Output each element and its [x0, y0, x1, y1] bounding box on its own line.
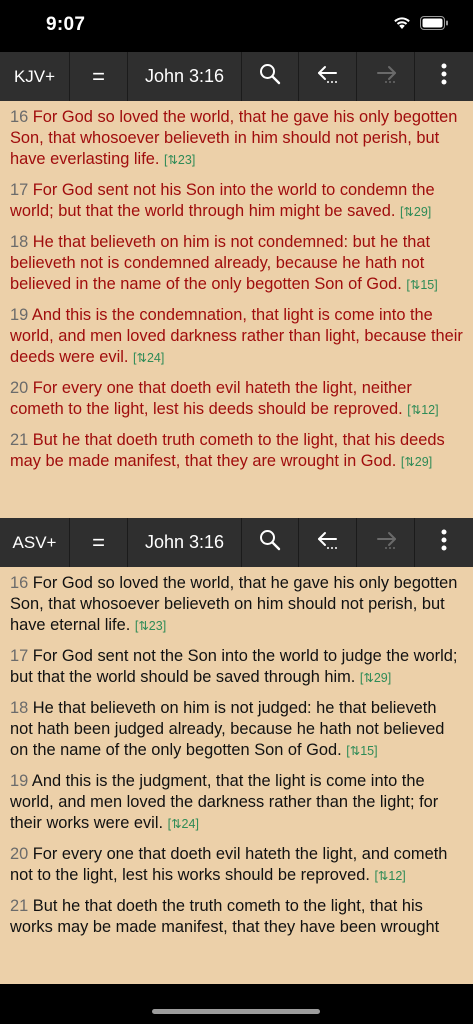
back-arrow-icon: [316, 63, 340, 90]
back-button[interactable]: [299, 518, 357, 567]
bottom-toolbar: ASV+ = John 3:16: [0, 518, 473, 567]
cross-reference-link[interactable]: [⇅15]: [406, 278, 437, 292]
verse: 18 He that believeth on him is not judge…: [0, 698, 473, 762]
back-arrow-icon: [316, 529, 340, 556]
menu-button[interactable]: [415, 52, 473, 101]
cross-reference-link[interactable]: [⇅23]: [135, 619, 166, 633]
forward-arrow-icon: [374, 63, 398, 90]
cross-reference-link[interactable]: [⇅15]: [346, 744, 377, 758]
verse-number[interactable]: 19: [10, 306, 28, 324]
top-toolbar: KJV+ = John 3:16: [0, 52, 473, 101]
cross-reference-link[interactable]: [⇅12]: [374, 869, 405, 883]
verse-number[interactable]: 20: [10, 379, 28, 397]
verse-number[interactable]: 18: [10, 699, 28, 717]
magnifier-icon: [259, 529, 281, 556]
vertical-dots-icon: [441, 529, 447, 556]
verse-text: For God sent not his Son into the world …: [10, 181, 435, 220]
cross-reference-link[interactable]: [⇅12]: [407, 403, 438, 417]
verse-text: He that believeth on him is not judged: …: [10, 699, 445, 759]
home-area: [0, 984, 473, 1024]
wifi-icon: [392, 15, 412, 30]
magnifier-icon: [259, 63, 281, 90]
forward-button[interactable]: [357, 52, 415, 101]
home-indicator[interactable]: [152, 1009, 320, 1014]
cross-reference-link[interactable]: [⇅29]: [401, 455, 432, 469]
version-button-kjv[interactable]: KJV+: [0, 52, 70, 101]
verse: 20 For every one that doeth evil hateth …: [0, 378, 473, 421]
cross-reference-link[interactable]: [⇅23]: [164, 153, 195, 167]
kjv-text-pane[interactable]: 16 For God so loved the world, that he g…: [0, 101, 473, 518]
asv-text-pane[interactable]: 16 For God so loved the world, that he g…: [0, 567, 473, 984]
verse-text: And this is the condemnation, that light…: [10, 306, 463, 366]
forward-button[interactable]: [357, 518, 415, 567]
status-bar: 9:07: [0, 0, 473, 52]
reference-button[interactable]: John 3:16: [128, 518, 242, 567]
status-time: 9:07: [46, 14, 86, 35]
verse: 21 But he that doeth the truth cometh to…: [0, 896, 473, 939]
verse-number[interactable]: 21: [10, 897, 28, 915]
cross-reference-link[interactable]: [⇅29]: [400, 205, 431, 219]
verse: 19 And this is the condemnation, that li…: [0, 305, 473, 369]
verse-number[interactable]: 18: [10, 233, 28, 251]
forward-arrow-icon: [374, 529, 398, 556]
status-icons: [392, 15, 449, 30]
back-button[interactable]: [299, 52, 357, 101]
verse-number[interactable]: 16: [10, 574, 28, 592]
search-button[interactable]: [242, 52, 299, 101]
verse-text: But he that doeth truth cometh to the li…: [10, 431, 445, 470]
verse: 20 For every one that doeth evil hateth …: [0, 844, 473, 887]
verse-text: And this is the judgment, that the light…: [10, 772, 439, 832]
verse-number[interactable]: 16: [10, 108, 28, 126]
verse-text: For God so loved the world, that he gave…: [10, 108, 458, 168]
version-button-asv[interactable]: ASV+: [0, 518, 70, 567]
verse: 16 For God so loved the world, that he g…: [0, 573, 473, 637]
verse-number[interactable]: 21: [10, 431, 28, 449]
menu-button[interactable]: [415, 518, 473, 567]
verse: 16 For God so loved the world, that he g…: [0, 107, 473, 171]
compare-button[interactable]: =: [70, 518, 128, 567]
cross-reference-link[interactable]: [⇅29]: [360, 671, 391, 685]
compare-button[interactable]: =: [70, 52, 128, 101]
verse-number[interactable]: 17: [10, 647, 28, 665]
verse: 17 For God sent not his Son into the wor…: [0, 180, 473, 223]
verse: 17 For God sent not the Son into the wor…: [0, 646, 473, 689]
reference-button[interactable]: John 3:16: [128, 52, 242, 101]
verse-number[interactable]: 20: [10, 845, 28, 863]
verse-number[interactable]: 19: [10, 772, 28, 790]
verse-text: For every one that doeth evil hateth the…: [10, 379, 412, 418]
search-button[interactable]: [242, 518, 299, 567]
battery-icon: [420, 15, 449, 30]
verse-text: He that believeth on him is not condemne…: [10, 233, 431, 293]
vertical-dots-icon: [441, 63, 447, 90]
verse-number[interactable]: 17: [10, 181, 28, 199]
verse-text: But he that doeth the truth cometh to th…: [10, 897, 440, 936]
cross-reference-link[interactable]: [⇅24]: [168, 817, 199, 831]
verse: 19 And this is the judgment, that the li…: [0, 771, 473, 835]
cross-reference-link[interactable]: [⇅24]: [133, 351, 164, 365]
verse: 18 He that believeth on him is not conde…: [0, 232, 473, 296]
verse: 21 But he that doeth truth cometh to the…: [0, 430, 473, 473]
verse-text: For God so loved the world, that he gave…: [10, 574, 458, 634]
